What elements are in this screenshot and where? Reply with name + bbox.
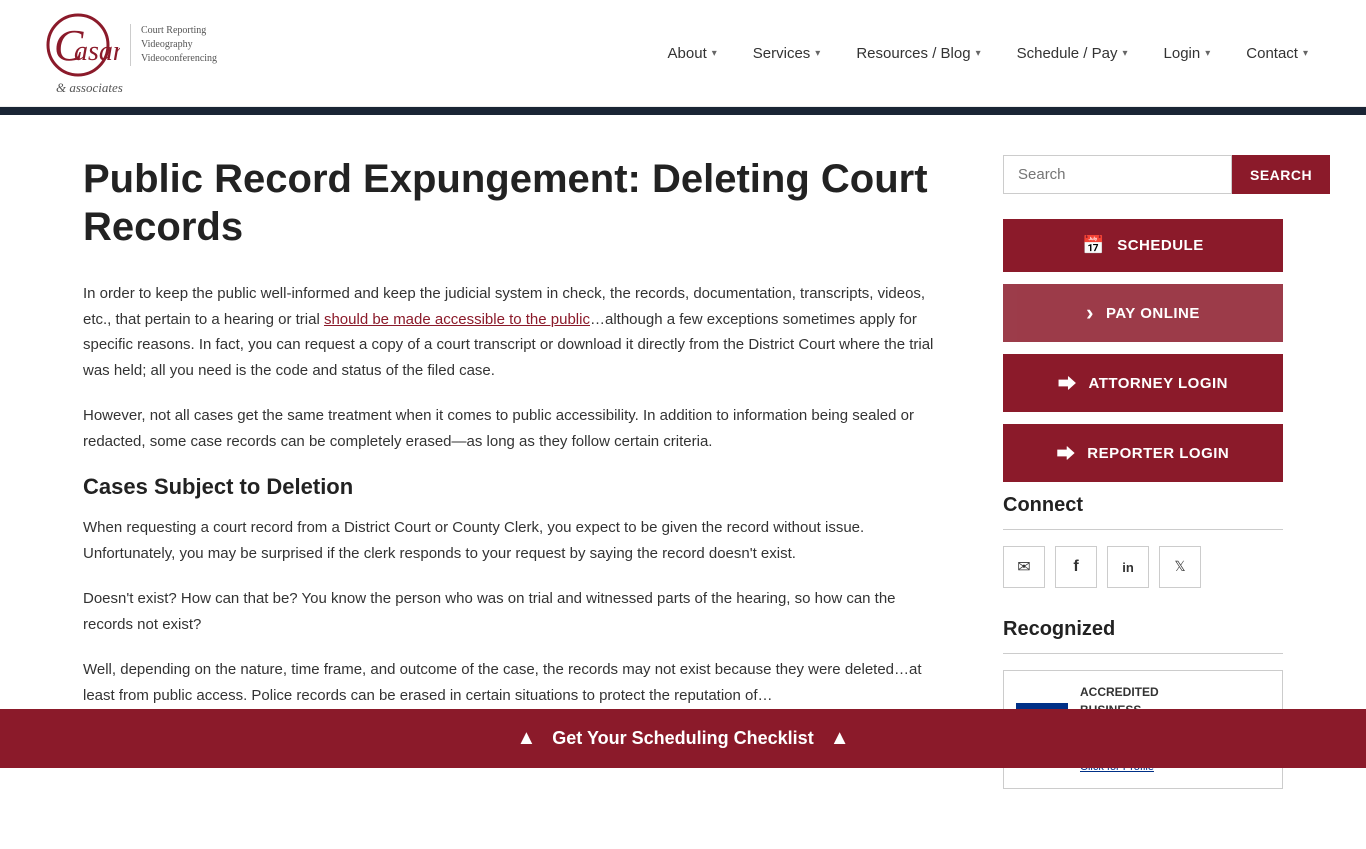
chevron-down-icon: ▾: [712, 48, 717, 59]
main-nav: About ▾ Services ▾ Resources / Blog ▾ Sc…: [650, 35, 1326, 72]
article-para-0: In order to keep the public well-informe…: [83, 281, 943, 383]
connect-divider: [1003, 529, 1283, 530]
svg-text:asamo: asamo: [74, 36, 120, 67]
sidebar: SEARCH 📅 SCHEDULE › PAY ONLINE ⮕ ATTORNE…: [1003, 155, 1283, 789]
banner-label: Get Your Scheduling Checklist: [552, 728, 813, 749]
nav-resources[interactable]: Resources / Blog ▾: [838, 35, 998, 72]
nav-login[interactable]: Login ▾: [1146, 35, 1229, 72]
scheduling-checklist-banner[interactable]: ▲ Get Your Scheduling Checklist ▲: [0, 709, 1366, 768]
reporter-login-button[interactable]: ⮕ REPORTER LOGIN: [1003, 424, 1283, 482]
recognized-title: Recognized: [1003, 618, 1283, 641]
login-icon: ⮕: [1058, 370, 1077, 396]
connect-title: Connect: [1003, 494, 1283, 517]
content-area: Public Record Expungement: Deleting Cour…: [83, 155, 943, 789]
recognized-divider: [1003, 653, 1283, 654]
article-subheading-0: Cases Subject to Deletion: [83, 474, 943, 500]
login-icon-2: ⮕: [1057, 440, 1076, 466]
nav-services[interactable]: Services ▾: [735, 35, 839, 72]
nav-contact[interactable]: Contact ▾: [1228, 35, 1326, 72]
email-icon[interactable]: ✉: [1003, 546, 1045, 588]
article-para-1: However, not all cases get the same trea…: [83, 403, 943, 454]
facebook-icon[interactable]: f: [1055, 546, 1097, 588]
schedule-button[interactable]: 📅 SCHEDULE: [1003, 219, 1283, 272]
nav-schedule-pay[interactable]: Schedule / Pay ▾: [999, 35, 1146, 72]
chevron-down-icon: ▾: [1303, 48, 1308, 59]
logo-associates: & associates: [56, 80, 123, 96]
search-button[interactable]: SEARCH: [1232, 155, 1330, 194]
social-icons: ✉ f in 𝕏: [1003, 546, 1283, 588]
article-title: Public Record Expungement: Deleting Cour…: [83, 155, 943, 251]
site-header: C asamo Court Reporting Videography Vide…: [0, 0, 1366, 107]
chevron-down-icon: ▾: [1205, 48, 1210, 59]
banner-chevron-left: ▲: [517, 727, 537, 750]
logo-tagline: Court Reporting Videography Videoconfere…: [130, 24, 217, 66]
logo[interactable]: C asamo Court Reporting Videography Vide…: [40, 10, 217, 96]
chevron-down-icon: ▾: [1123, 48, 1128, 59]
search-input[interactable]: [1003, 155, 1232, 194]
linkedin-icon[interactable]: in: [1107, 546, 1149, 588]
dark-bar: [0, 107, 1366, 115]
article-para-3: Doesn't exist? How can that be? You know…: [83, 586, 943, 637]
connect-section: Connect ✉ f in 𝕏: [1003, 494, 1283, 588]
attorney-login-button[interactable]: ⮕ ATTORNEY LOGIN: [1003, 354, 1283, 412]
article-body: In order to keep the public well-informe…: [83, 281, 943, 708]
search-box: SEARCH: [1003, 155, 1283, 194]
twitter-icon[interactable]: 𝕏: [1159, 546, 1201, 588]
pay-online-button[interactable]: › PAY ONLINE: [1003, 284, 1283, 342]
banner-chevron-right: ▲: [830, 727, 850, 750]
arrow-icon: ›: [1086, 300, 1094, 326]
article-para-4: Well, depending on the nature, time fram…: [83, 657, 943, 708]
calendar-icon: 📅: [1082, 235, 1105, 256]
chevron-down-icon: ▾: [976, 48, 981, 59]
logo-icon: C asamo: [40, 10, 120, 80]
article-link[interactable]: should be made accessible to the public: [324, 311, 590, 328]
chevron-down-icon: ▾: [815, 48, 820, 59]
nav-about[interactable]: About ▾: [650, 35, 735, 72]
article-para-2: When requesting a court record from a Di…: [83, 515, 943, 566]
